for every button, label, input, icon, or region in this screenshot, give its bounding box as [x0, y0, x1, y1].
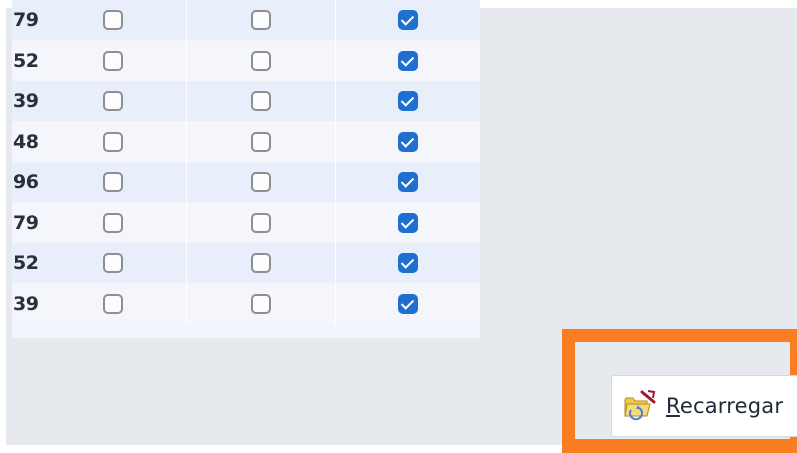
checkbox-unchecked[interactable] [250, 172, 271, 192]
table-row: 39 [12, 81, 480, 121]
table-row: 79 [12, 202, 480, 243]
checkbox-cell-col2 [187, 121, 336, 162]
checkbox-unchecked[interactable] [250, 253, 271, 273]
checkbox-cell-col3 [336, 203, 480, 243]
checkbox-unchecked[interactable] [250, 50, 271, 71]
checkbox-checked[interactable] [397, 131, 418, 152]
checkbox-cell-col2 [187, 283, 336, 324]
checkbox-cell-col2 [187, 162, 336, 202]
reload-button-label: Recarregar [666, 394, 784, 418]
checkbox-cell-col1 [39, 243, 188, 283]
checkbox-cell-col1 [39, 40, 188, 81]
checkbox-unchecked[interactable] [250, 91, 271, 111]
checkbox-unchecked[interactable] [102, 10, 123, 30]
checkbox-cell-col3 [336, 0, 480, 40]
checkbox-checked[interactable] [397, 91, 418, 111]
checkbox-cell-col3 [336, 41, 480, 81]
checkbox-unchecked[interactable] [102, 91, 123, 111]
screen: 79 52 39 48 96 79 52 39 Recarregar [0, 0, 797, 453]
checkbox-cell-col3 [336, 243, 480, 283]
row-id-cell: 52 [13, 49, 39, 72]
checkbox-unchecked[interactable] [250, 131, 271, 152]
checkbox-cell-col1 [39, 0, 188, 40]
checkbox-checked[interactable] [397, 253, 418, 273]
checkbox-unchecked[interactable] [250, 293, 271, 314]
checkbox-cell-col3 [336, 122, 480, 162]
checkbox-checked[interactable] [397, 212, 418, 233]
checkbox-checked[interactable] [397, 293, 418, 314]
checkbox-cell-col1 [39, 121, 188, 162]
checkbox-checked[interactable] [397, 10, 418, 30]
checkbox-cell-col1 [39, 162, 188, 202]
table-row: 52 [12, 40, 480, 81]
checkbox-cell-col3 [336, 81, 480, 121]
checkbox-unchecked[interactable] [102, 212, 123, 233]
checkbox-unchecked[interactable] [102, 50, 123, 71]
checkbox-unchecked[interactable] [102, 172, 123, 192]
row-id-cell: 39 [13, 90, 39, 112]
reload-button[interactable]: Recarregar [611, 375, 797, 437]
checkbox-cell-col1 [39, 202, 188, 243]
checkbox-cell-col3 [336, 284, 480, 324]
table-row: 96 [12, 162, 480, 202]
checkbox-unchecked[interactable] [102, 253, 123, 273]
checkbox-cell-col2 [187, 0, 336, 40]
checkbox-cell-col2 [187, 202, 336, 243]
checkbox-cell-col1 [39, 283, 188, 324]
checkbox-unchecked[interactable] [250, 10, 271, 30]
checkbox-unchecked[interactable] [102, 293, 123, 314]
folder-refresh-icon [622, 388, 658, 424]
row-id-cell: 48 [13, 130, 39, 153]
checkbox-checked[interactable] [397, 50, 418, 71]
checkbox-cell-col1 [39, 81, 188, 121]
checkbox-cell-col2 [187, 40, 336, 81]
checkbox-unchecked[interactable] [102, 131, 123, 152]
checkbox-cell-col3 [336, 162, 480, 202]
dialog-body: 79 52 39 48 96 79 52 39 Recarregar [6, 0, 797, 453]
row-id-cell: 52 [13, 252, 39, 274]
checkbox-cell-col2 [187, 243, 336, 283]
row-id-cell: 79 [13, 211, 39, 234]
row-id-cell: 96 [13, 171, 39, 193]
table-row: 79 [12, 0, 480, 40]
table-row: 52 [12, 243, 480, 283]
checkbox-cell-col2 [187, 81, 336, 121]
checkbox-unchecked[interactable] [250, 212, 271, 233]
table-row: 39 [12, 283, 480, 324]
data-grid: 79 52 39 48 96 79 52 39 [12, 0, 480, 338]
table-row: 48 [12, 121, 480, 162]
row-id-cell: 79 [13, 9, 39, 31]
checkbox-checked[interactable] [397, 172, 418, 192]
row-id-cell: 39 [13, 292, 39, 315]
